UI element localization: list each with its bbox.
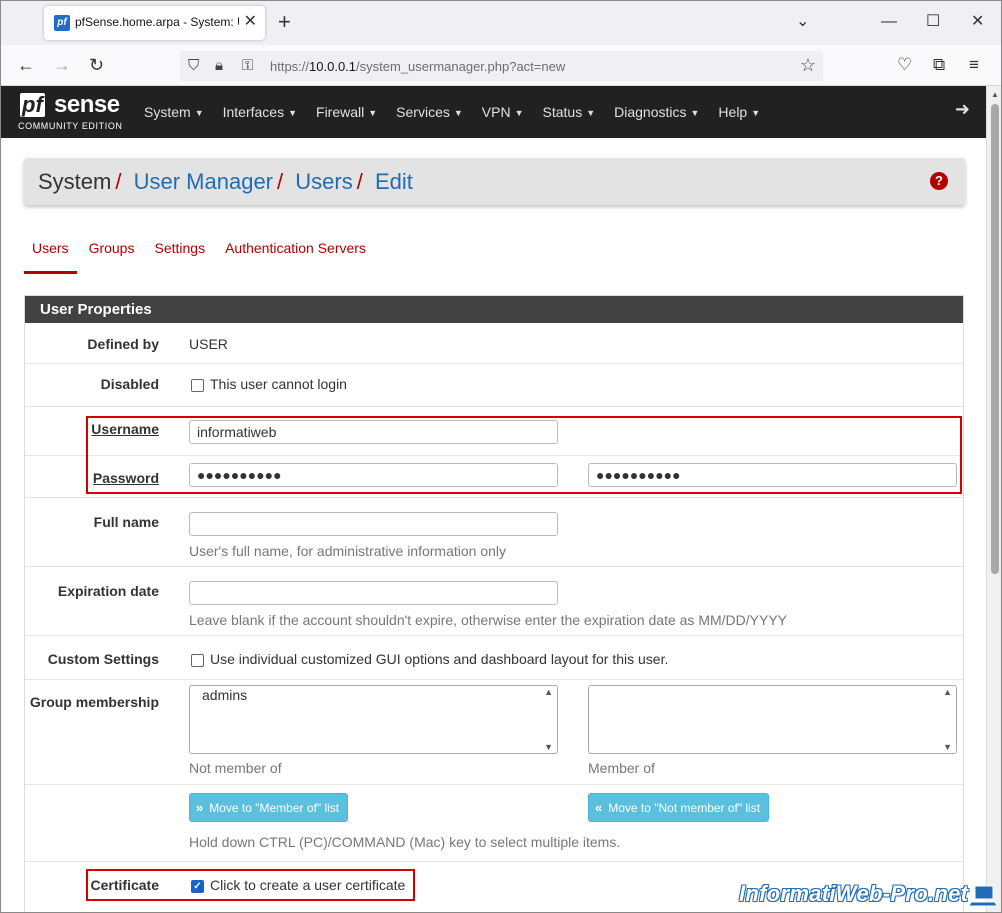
tab-strip: pf pfSense.home.arpa - System: U ✕ + ⌄ —… — [1, 1, 1001, 45]
close-tab-icon[interactable]: ✕ — [244, 13, 257, 31]
menu-interfaces[interactable]: Interfaces ▼ — [223, 104, 297, 120]
multi-select-hint: Hold down CTRL (PC)/COMMAND (Mac) key to… — [189, 834, 621, 850]
address-bar[interactable]: ⛉ 🔒︎ ⚿ https://10.0.0.1/system_usermanag… — [180, 51, 823, 81]
list-scroll-up-icon[interactable]: ▲ — [544, 687, 553, 697]
custom-settings-checkbox[interactable] — [191, 654, 204, 667]
forward-icon[interactable]: → — [53, 53, 71, 77]
breadcrumb-users[interactable]: Users — [295, 169, 352, 194]
breadcrumb-trail: System / User Manager / Users / Edit — [38, 169, 413, 194]
list-scroll-up-icon[interactable]: ▲ — [943, 687, 952, 697]
group-membership-label: Group membership — [29, 694, 159, 710]
pfsense-navbar: pf sense COMMUNITY EDITION System ▼ Inter… — [1, 86, 986, 138]
row-defined-by: Defined by USER — [25, 324, 963, 364]
menu-status[interactable]: Status ▼ — [543, 104, 596, 120]
double-chevron-right-icon: » — [196, 800, 204, 815]
disabled-label: Disabled — [100, 376, 159, 392]
user-properties-panel: User Properties Defined by USER Disabled… — [24, 295, 964, 912]
full-name-input[interactable] — [189, 512, 558, 536]
highlight-certificate — [86, 869, 415, 901]
logo-sense: sense — [54, 91, 120, 118]
scroll-up-icon[interactable]: ▲ — [991, 90, 999, 99]
panel-title: User Properties — [25, 296, 963, 323]
row-disabled: Disabled This user cannot login — [25, 364, 963, 407]
page-content: System / User Manager / Users / Edit ? User… — [1, 138, 986, 912]
extensions-icon[interactable]: ⧉ — [933, 54, 945, 76]
tab-groups[interactable]: Groups — [81, 238, 143, 274]
custom-settings-checkbox-label[interactable]: Use individual customized GUI options an… — [210, 651, 668, 667]
close-window-icon[interactable]: ✕ — [971, 12, 984, 32]
defined-by-value: USER — [189, 336, 228, 352]
move-to-not-member-button[interactable]: «Move to "Not member of" list — [588, 793, 770, 822]
reload-icon[interactable]: ↻ — [89, 53, 104, 77]
browser-tab[interactable]: pf pfSense.home.arpa - System: U ✕ — [44, 6, 265, 40]
full-name-hint: User's full name, for administrative inf… — [189, 543, 507, 559]
maximize-icon[interactable]: ☐ — [926, 12, 940, 32]
double-chevron-left-icon: « — [595, 800, 603, 815]
tab-users[interactable]: Users — [24, 238, 77, 274]
disabled-checkbox-label[interactable]: This user cannot login — [210, 376, 347, 392]
browser-toolbar: ← → ↻ ⛉ 🔒︎ ⚿ https://10.0.0.1/system_use… — [1, 45, 1001, 86]
breadcrumb-system: System — [38, 169, 112, 194]
breadcrumb: System / User Manager / Users / Edit ? — [24, 158, 965, 205]
tab-list-chevron-icon[interactable]: ⌄ — [796, 12, 809, 32]
menu-diagnostics[interactable]: Diagnostics ▼ — [614, 104, 699, 120]
full-name-label: Full name — [93, 514, 159, 530]
key-icon[interactable]: ⚿ — [242, 56, 253, 76]
user-manager-tabs: Users Groups Settings Authentication Ser… — [24, 238, 378, 274]
expiration-date-input[interactable] — [189, 581, 558, 605]
help-icon[interactable]: ? — [930, 172, 948, 190]
row-custom-settings: Custom Settings Use individual customize… — [25, 636, 963, 680]
url-text[interactable]: https://10.0.0.1/system_usermanager.php?… — [270, 59, 565, 74]
custom-settings-label: Custom Settings — [47, 651, 159, 667]
tab-title: pfSense.home.arpa - System: U — [75, 15, 239, 29]
group-option-admins[interactable]: admins — [202, 687, 247, 703]
pfsense-logo[interactable]: pf sense COMMUNITY EDITION — [18, 91, 130, 135]
bookmark-star-icon[interactable]: ☆ — [800, 55, 816, 76]
shield-icon[interactable]: ⛉ — [188, 56, 199, 76]
row-expiration-date: Expiration date Leave blank if the accou… — [25, 567, 963, 636]
not-member-of-list[interactable]: admins ▲ ▼ — [189, 685, 558, 754]
logo-pf: pf — [20, 92, 45, 117]
row-move-buttons: » Move to "Member of" list «Move to "Not … — [25, 785, 963, 862]
row-group-membership: Group membership admins ▲ ▼ ▲ ▼ Not memb… — [25, 680, 963, 785]
menu-help[interactable]: Help ▼ — [718, 104, 760, 120]
page-scrollbar[interactable]: ▲ — [986, 86, 1001, 912]
breadcrumb-user-manager[interactable]: User Manager — [134, 169, 273, 194]
back-icon[interactable]: ← — [17, 53, 35, 77]
tab-authentication-servers[interactable]: Authentication Servers — [217, 238, 374, 274]
move-to-member-button[interactable]: » Move to "Member of" list — [189, 793, 349, 822]
menu-services[interactable]: Services ▼ — [396, 104, 463, 120]
watermark: InformatiWeb-Pro.net — [739, 881, 969, 906]
list-scroll-down-icon[interactable]: ▼ — [544, 742, 553, 752]
laptop-icon — [969, 885, 997, 907]
pocket-icon[interactable]: ♡ — [897, 54, 912, 76]
lock-warning-icon[interactable]: 🔒︎ — [215, 56, 223, 76]
tab-settings[interactable]: Settings — [146, 238, 213, 274]
not-member-of-caption: Not member of — [189, 760, 282, 776]
menu-icon[interactable]: ≡ — [969, 54, 979, 76]
expiration-date-hint: Leave blank if the account shouldn't exp… — [189, 612, 788, 628]
disabled-checkbox[interactable] — [191, 379, 204, 392]
menu-system[interactable]: System ▼ — [144, 104, 204, 120]
breadcrumb-edit[interactable]: Edit — [375, 169, 413, 194]
menu-vpn[interactable]: VPN ▼ — [482, 104, 524, 120]
scrollbar-thumb[interactable] — [991, 104, 999, 574]
member-of-caption: Member of — [588, 760, 655, 776]
logout-icon[interactable]: ➜ — [955, 99, 970, 120]
expiration-date-label: Expiration date — [57, 583, 159, 599]
defined-by-label: Defined by — [87, 336, 159, 352]
minimize-icon[interactable]: — — [881, 12, 897, 32]
menu-firewall[interactable]: Firewall ▼ — [316, 104, 377, 120]
pfsense-favicon-icon: pf — [54, 15, 70, 31]
highlight-credentials — [86, 416, 962, 494]
row-full-name: Full name User's full name, for administ… — [25, 498, 963, 567]
member-of-list[interactable]: ▲ ▼ — [588, 685, 957, 754]
logo-subtitle: COMMUNITY EDITION — [18, 121, 123, 131]
new-tab-icon[interactable]: + — [278, 10, 291, 34]
browser-window: pf pfSense.home.arpa - System: U ✕ + ⌄ —… — [0, 0, 1002, 913]
list-scroll-down-icon[interactable]: ▼ — [943, 742, 952, 752]
main-menu: System ▼ Interfaces ▼ Firewall ▼ Services ▼ … — [144, 86, 779, 138]
